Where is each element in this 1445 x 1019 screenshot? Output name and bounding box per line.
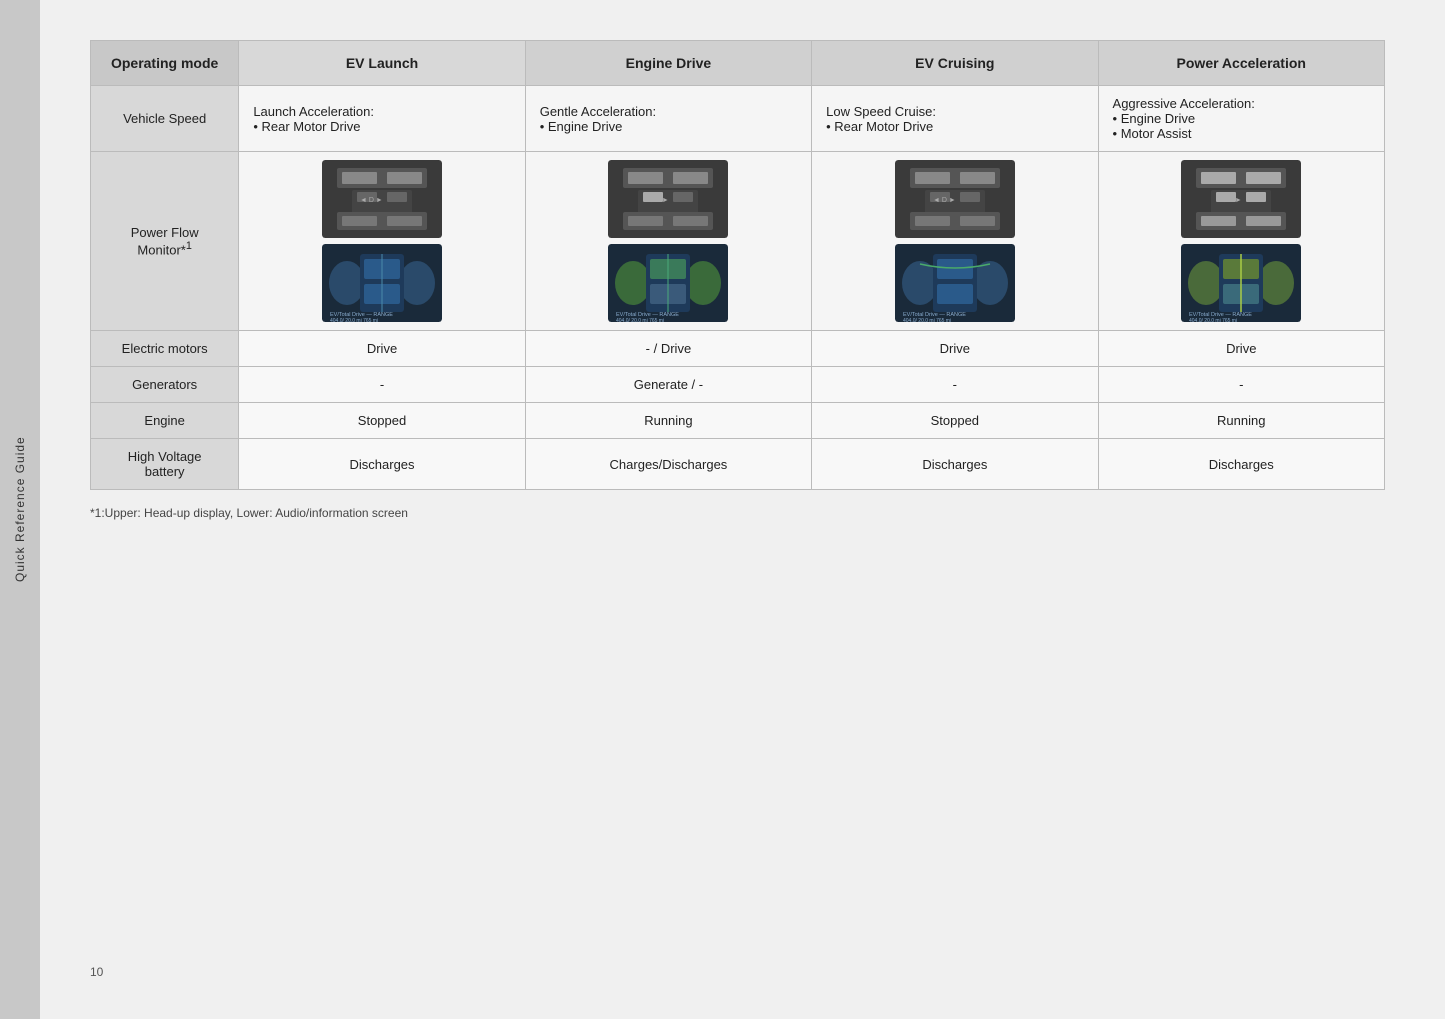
car-bottom-ev-cruising: EV/Total Drive — RANGE 404.0/ 20.0 mi 76…	[895, 244, 1015, 322]
col-header-ev-cruising: EV Cruising	[812, 41, 1098, 86]
vehicle-speed-ev-launch: Launch Acceleration: Rear Motor Drive	[239, 86, 525, 152]
hv-battery-power-accel: Discharges	[1098, 439, 1384, 490]
electric-motors-engine-drive: - / Drive	[525, 331, 811, 367]
generators-ev-launch: -	[239, 367, 525, 403]
engine-ev-cruising: Stopped	[812, 403, 1098, 439]
hv-battery-row: High Voltagebattery Discharges Charges/D…	[91, 439, 1385, 490]
ev-cruising-list: Rear Motor Drive	[826, 119, 1083, 134]
hv-battery-label: High Voltagebattery	[91, 439, 239, 490]
electric-motors-label: Electric motors	[91, 331, 239, 367]
power-accel-item-1: Engine Drive	[1113, 111, 1370, 126]
generators-engine-drive: Generate / -	[525, 367, 811, 403]
generators-row: Generators - Generate / - - -	[91, 367, 1385, 403]
svg-text:◄ D ►: ◄ D ►	[646, 197, 669, 204]
electric-motors-ev-cruising: Drive	[812, 331, 1098, 367]
car-top-engine-drive: ◄ D ►	[608, 160, 728, 238]
svg-text:404.0/ 20.0 mi 765 mi: 404.0/ 20.0 mi 765 mi	[616, 318, 664, 322]
car-top-ev-cruising: ◄ D ►	[895, 160, 1015, 238]
svg-text:◄ D ►: ◄ D ►	[1219, 197, 1242, 204]
col-header-engine-drive: Engine Drive	[525, 41, 811, 86]
engine-row: Engine Stopped Running Stopped Running	[91, 403, 1385, 439]
power-accel-item-2: Motor Assist	[1113, 126, 1370, 141]
footnote: *1:Upper: Head-up display, Lower: Audio/…	[90, 506, 1385, 520]
vehicle-speed-row: Vehicle Speed Launch Acceleration: Rear …	[91, 86, 1385, 152]
vehicle-speed-label: Vehicle Speed	[91, 86, 239, 152]
engine-power-accel: Running	[1098, 403, 1384, 439]
page-content: Operating mode EV Launch Engine Drive EV…	[40, 0, 1445, 1019]
electric-motors-row: Electric motors Drive - / Drive Drive Dr…	[91, 331, 1385, 367]
hv-battery-ev-launch: Discharges	[239, 439, 525, 490]
svg-text:404.0/ 20.0 mi 765 mi: 404.0/ 20.0 mi 765 mi	[903, 318, 951, 322]
col-header-ev-launch: EV Launch	[239, 41, 525, 86]
svg-text:◄ D ►: ◄ D ►	[933, 197, 956, 204]
ev-launch-item: Rear Motor Drive	[253, 119, 510, 134]
electric-motors-ev-launch: Drive	[239, 331, 525, 367]
hv-battery-ev-cruising: Discharges	[812, 439, 1098, 490]
col-header-operating-mode: Operating mode	[91, 41, 239, 86]
generators-ev-cruising: -	[812, 367, 1098, 403]
vehicle-speed-ev-cruising: Low Speed Cruise: Rear Motor Drive	[812, 86, 1098, 152]
svg-text:◄ D ►: ◄ D ►	[360, 197, 383, 204]
car-images-ev-cruising: ◄ D ► EV/Total Drive — RANGE 404.0/ 20.0	[818, 160, 1091, 322]
engine-label: Engine	[91, 403, 239, 439]
operating-mode-table: Operating mode EV Launch Engine Drive EV…	[90, 40, 1385, 490]
car-bottom-ev-launch: EV/Total Drive — RANGE 404.0/ 20.0 mi 76…	[322, 244, 442, 322]
car-bottom-power-accel: EV/Total Drive — RANGE 404.0/ 20.0 mi 76…	[1181, 244, 1301, 322]
power-flow-engine-drive: ◄ D ► EV/Total Drive — RANGE 404.0/ 20.0	[525, 152, 811, 331]
engine-engine-drive: Running	[525, 403, 811, 439]
car-bottom-engine-drive: EV/Total Drive — RANGE 404.0/ 20.0 mi 76…	[608, 244, 728, 322]
car-images-power-accel: ◄ D ► EV/Total Drive — RANGE 404.0/ 20.0	[1105, 160, 1378, 322]
hv-battery-engine-drive: Charges/Discharges	[525, 439, 811, 490]
col-header-power-accel: Power Acceleration	[1098, 41, 1384, 86]
car-images-engine-drive: ◄ D ► EV/Total Drive — RANGE 404.0/ 20.0	[532, 160, 805, 322]
engine-ev-launch: Stopped	[239, 403, 525, 439]
vehicle-speed-engine-drive: Gentle Acceleration: Engine Drive	[525, 86, 811, 152]
power-flow-ev-launch: ◄ D ► EV/Total Drive — RANGE 404.0/ 20.0	[239, 152, 525, 331]
engine-drive-list: Engine Drive	[540, 119, 797, 134]
electric-motors-power-accel: Drive	[1098, 331, 1384, 367]
ev-cruising-item: Rear Motor Drive	[826, 119, 1083, 134]
sidebar: Quick Reference Guide	[0, 0, 40, 1019]
power-flow-row: Power FlowMonitor*1	[91, 152, 1385, 331]
sidebar-label: Quick Reference Guide	[13, 437, 27, 583]
svg-text:404.0/ 20.0 mi 765 mi: 404.0/ 20.0 mi 765 mi	[330, 318, 378, 322]
car-top-power-accel: ◄ D ►	[1181, 160, 1301, 238]
ev-launch-list: Rear Motor Drive	[253, 119, 510, 134]
power-flow-ev-cruising: ◄ D ► EV/Total Drive — RANGE 404.0/ 20.0	[812, 152, 1098, 331]
power-accel-list: Engine Drive Motor Assist	[1113, 111, 1370, 141]
power-flow-label: Power FlowMonitor*1	[91, 152, 239, 331]
vehicle-speed-power-accel: Aggressive Acceleration: Engine Drive Mo…	[1098, 86, 1384, 152]
svg-text:404.0/ 20.0 mi 765 mi: 404.0/ 20.0 mi 765 mi	[1189, 318, 1237, 322]
page-number: 10	[90, 945, 1385, 979]
generators-power-accel: -	[1098, 367, 1384, 403]
generators-label: Generators	[91, 367, 239, 403]
engine-drive-item: Engine Drive	[540, 119, 797, 134]
car-top-ev-launch: ◄ D ►	[322, 160, 442, 238]
car-images-ev-launch: ◄ D ► EV/Total Drive — RANGE 404.0/ 20.0	[245, 160, 518, 322]
power-flow-power-accel: ◄ D ► EV/Total Drive — RANGE 404.0/ 20.0	[1098, 152, 1384, 331]
